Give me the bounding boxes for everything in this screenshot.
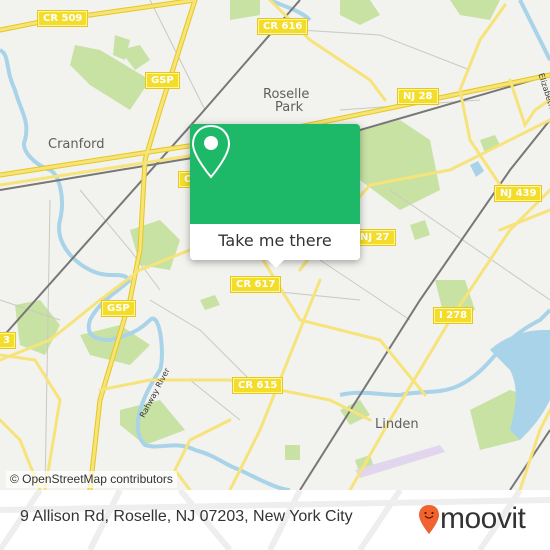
road-shield-gsp-south: GSP <box>101 300 136 317</box>
road-shield-i-278: I 278 <box>432 307 474 324</box>
popup-header <box>190 124 360 224</box>
location-popup: Take me there <box>190 124 360 268</box>
road-shield-cr-509: CR 509 <box>36 10 89 27</box>
popup-pointer <box>268 260 284 268</box>
road-shield-cr-616: CR 616 <box>256 18 309 35</box>
footer: 9 Allison Rd, Roselle, NJ 07203, New Yor… <box>0 490 550 550</box>
moovit-pin-icon <box>419 505 439 534</box>
road-shield-partial: 3 <box>0 332 16 349</box>
location-pin-icon <box>191 124 231 179</box>
road-shield-nj-28: NJ 28 <box>397 88 439 105</box>
place-label-linden: Linden <box>375 417 419 432</box>
take-me-there-button[interactable]: Take me there <box>190 224 360 260</box>
map-attribution[interactable]: © OpenStreetMap contributors <box>6 471 177 488</box>
place-label-cranford: Cranford <box>48 137 105 152</box>
road-shield-cr-617: CR 617 <box>229 276 282 293</box>
place-label-park: Park <box>275 100 304 115</box>
road-shield-cr-615: CR 615 <box>231 377 284 394</box>
address-text: 9 Allison Rd, Roselle, NJ 07203, New Yor… <box>20 508 353 525</box>
moovit-logo-text: moovit <box>440 502 526 535</box>
map[interactable]: CR 509 CR 616 GSP NJ 28 NJ 439 NJ 27 CR … <box>0 0 550 490</box>
road-shield-nj-439: NJ 439 <box>493 185 543 202</box>
road-shield-gsp: GSP <box>145 72 180 89</box>
road-shield-nj-27: NJ 27 <box>354 229 396 246</box>
